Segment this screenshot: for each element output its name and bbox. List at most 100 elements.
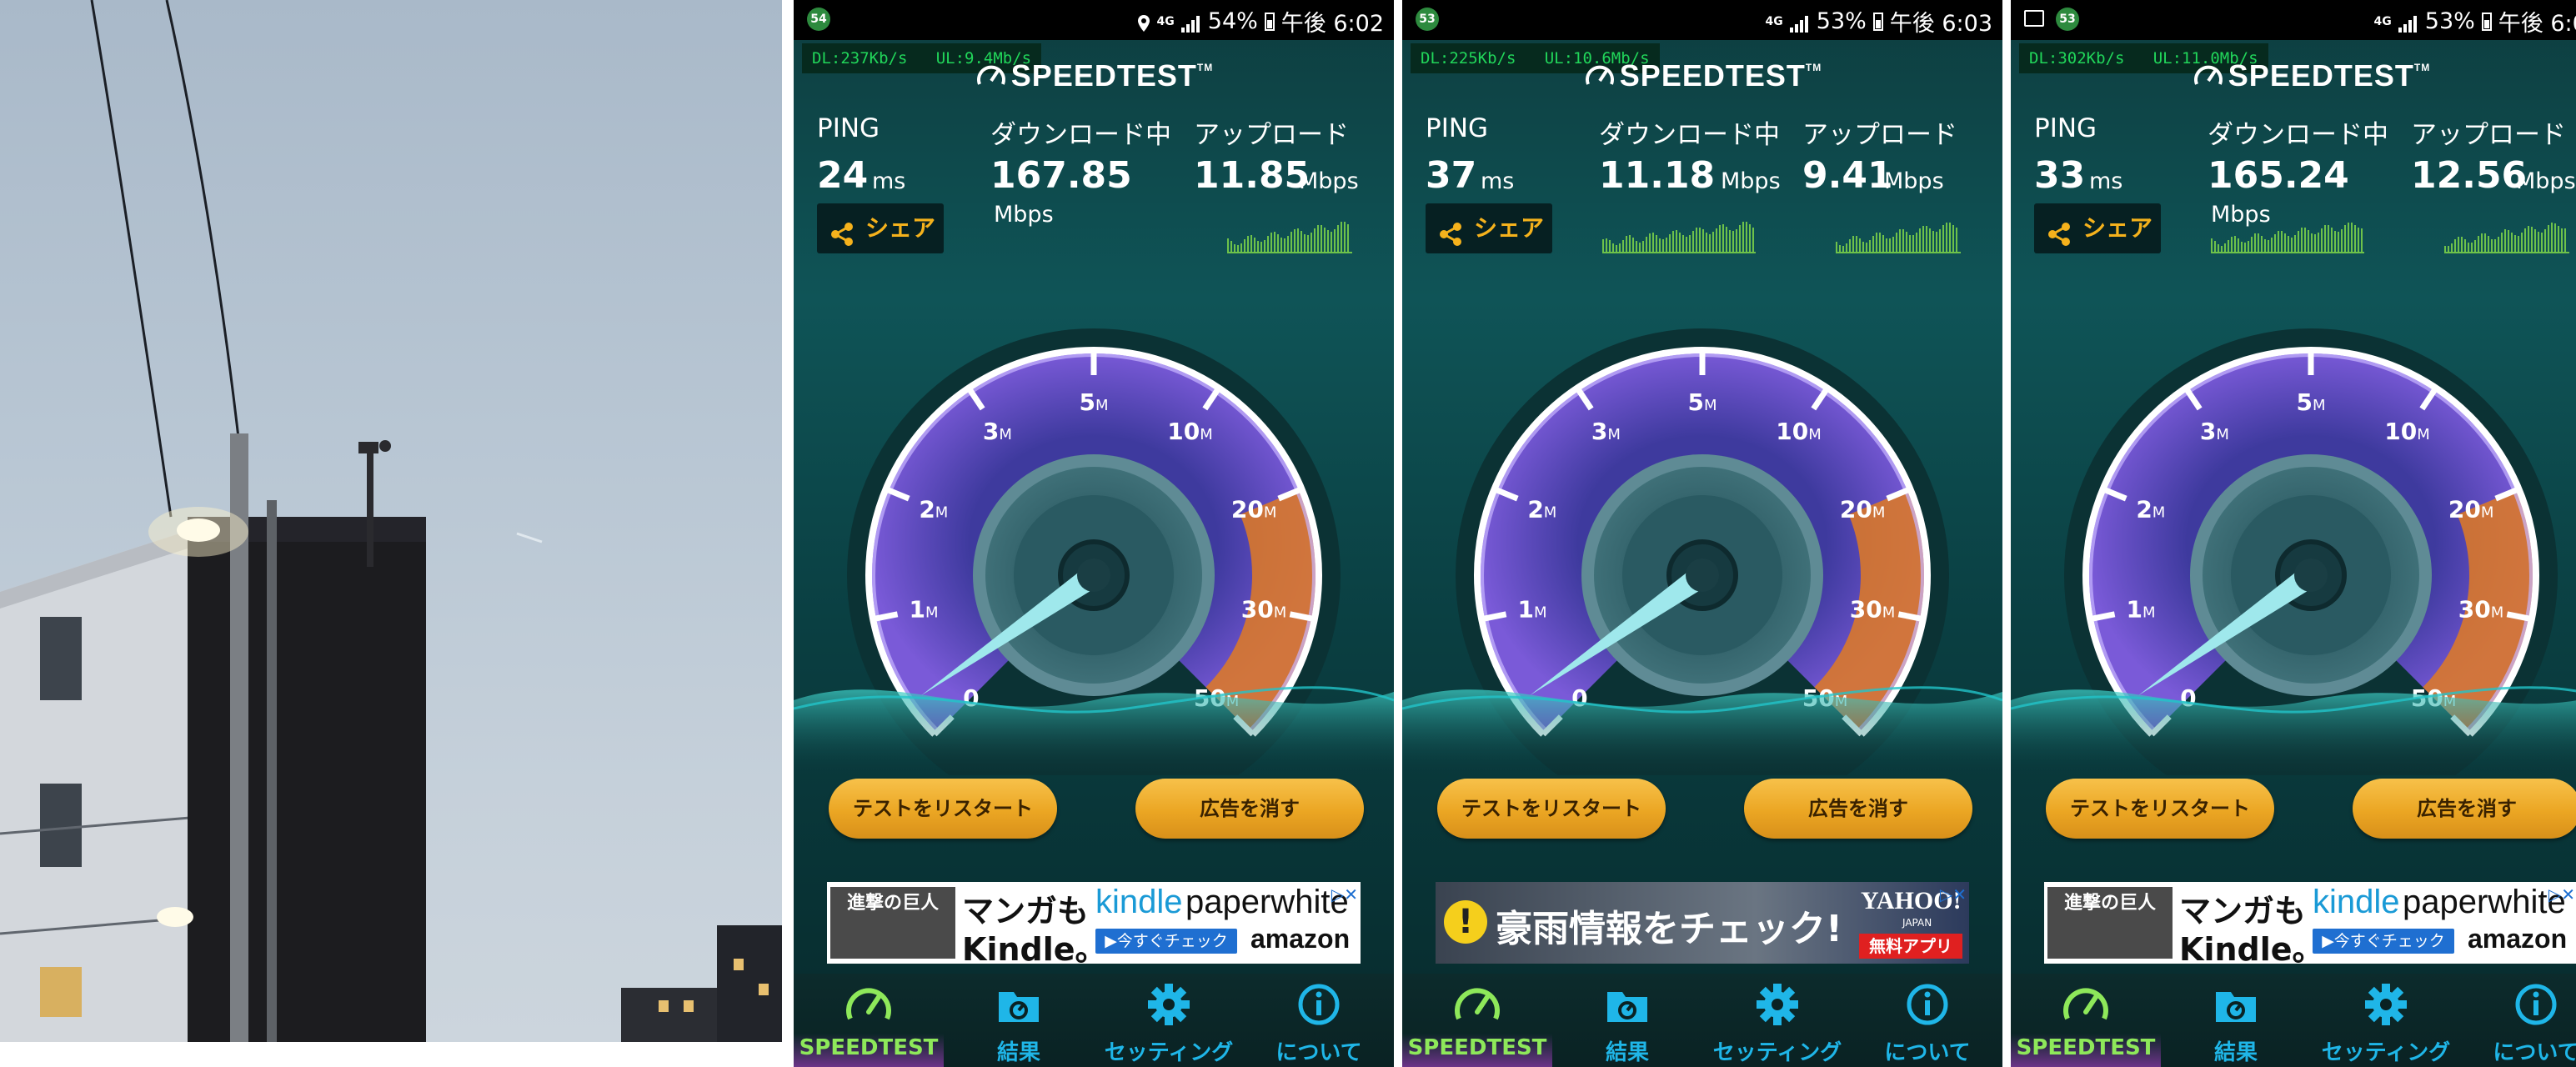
- nav-speedtest[interactable]: SPEEDTEST: [2011, 974, 2161, 1067]
- nav-about[interactable]: について: [1244, 974, 1394, 1067]
- share-button[interactable]: シェア: [1426, 203, 1552, 253]
- upload-label: アップロード: [1194, 120, 1349, 150]
- upload-value: 12.56: [2411, 154, 2528, 197]
- nav-results-label: 結果: [2213, 1040, 2258, 1065]
- ad-banner[interactable]: 進撃の巨人 マンガも Kindle。 kindle paperwhite ▶今すぐチェック…: [827, 882, 1361, 964]
- nav-about[interactable]: について: [1852, 974, 2002, 1067]
- upload-unit: Mbps: [2516, 168, 2576, 194]
- nav-results-label: 結果: [1605, 1040, 1649, 1065]
- ad-cta-button[interactable]: ▶今すぐチェック: [1095, 929, 1237, 954]
- nav-settings[interactable]: セッティング: [1702, 974, 1852, 1067]
- photo-scene: [0, 0, 782, 1042]
- ad-banner[interactable]: 進撃の巨人 マンガも Kindle。 kindle paperwhite ▶今すぐチェック…: [2044, 882, 2576, 964]
- battery-icon: [1872, 12, 1883, 31]
- ping-value: 24: [817, 154, 869, 197]
- upload-sparkline: [2444, 210, 2569, 253]
- nav-speedtest-label: SPEEDTEST: [1407, 1035, 1547, 1060]
- speedtest-screen: 53 4G 53% 午後 6:03 DL:225Kb/s UL:10.6Mb/s SPEE…: [1402, 0, 2002, 1067]
- folder-icon: [994, 982, 1044, 1027]
- download-label: ダウンロード中: [1599, 120, 1780, 150]
- share-label: シェア: [2082, 214, 2153, 242]
- ping-label: PING: [2034, 113, 2097, 143]
- restart-test-button[interactable]: テストをリスタート: [2046, 779, 2274, 839]
- speedtest-logo: SPEEDTESTTM: [1402, 58, 2002, 93]
- trademark: TM: [1196, 62, 1214, 73]
- share-button[interactable]: シェア: [817, 203, 944, 253]
- remove-ads-button[interactable]: 広告を消す: [1744, 779, 1972, 839]
- download-unit: Mbps: [994, 202, 1054, 228]
- nav-speedtest[interactable]: SPEEDTEST: [794, 974, 944, 1067]
- battery-icon: [2481, 12, 2492, 31]
- street-photo: [0, 0, 782, 1042]
- ad-close-icon[interactable]: ▷✕: [2548, 884, 2576, 905]
- speed-gauge: 01M2M3M5M10M20M30M50M: [1402, 328, 2002, 775]
- status-bar: 53 4G 53% 午後 6:04: [2011, 0, 2576, 40]
- download-label: ダウンロード中: [990, 120, 1171, 150]
- trademark: TM: [1805, 62, 1822, 73]
- download-value: 11.18: [1599, 154, 1716, 197]
- ping-label: PING: [817, 113, 880, 143]
- folder-icon: [2211, 982, 2261, 1027]
- nav-settings[interactable]: セッティング: [1094, 974, 1244, 1067]
- restart-test-button[interactable]: テストをリスタート: [829, 779, 1057, 839]
- battery-percent: 54%: [1207, 8, 1258, 34]
- ping-value: 33: [2034, 154, 2086, 197]
- restart-test-button[interactable]: テストをリスタート: [1437, 779, 1666, 839]
- nav-results[interactable]: 結果: [944, 974, 1094, 1067]
- ad-banner[interactable]: ! 豪雨情報をチェック! YAHOO! JAPAN 無料アプリ ▷✕: [1436, 882, 1969, 964]
- nav-results[interactable]: 結果: [2161, 974, 2311, 1067]
- nav-speedtest-label: SPEEDTEST: [799, 1035, 939, 1060]
- folder-icon: [1602, 982, 1652, 1027]
- speed-sparkline: [1602, 222, 1756, 253]
- ad-manga-thumbnail: 進撃の巨人: [830, 887, 955, 959]
- speedtest-logo: SPEEDTESTTM: [794, 58, 1394, 93]
- battery-percent: 53%: [2424, 8, 2475, 34]
- nav-speedtest[interactable]: SPEEDTEST: [1402, 974, 1552, 1067]
- nav-settings-label: セッティング: [1104, 1040, 1234, 1065]
- info-icon: [1294, 982, 1344, 1027]
- speedtest-screen: 534G53%午後 6:04DL:302Kb/s UL:11.0Mb/sSPEE…: [2011, 0, 2576, 1067]
- ad-free-app-badge[interactable]: 無料アプリ: [1859, 934, 1962, 959]
- speed-sparkline: [2444, 223, 2569, 253]
- ad-headline: 豪雨情報をチェック!: [1496, 908, 1843, 950]
- speed-sparkline: [1836, 223, 1961, 253]
- ad-close-icon[interactable]: ▷✕: [1331, 884, 1359, 905]
- signal-icon: [1180, 13, 1201, 33]
- speed-gauge: 01M2M3M5M10M20M30M50M: [794, 328, 1394, 775]
- signal-icon: [1789, 13, 1810, 33]
- signal-icon: [2398, 13, 2418, 33]
- ad-amazon-logo: amazon: [2468, 924, 2568, 954]
- ad-headline-2: Kindle。: [2179, 931, 2324, 964]
- speedometer-icon: [1452, 982, 1502, 1027]
- ad-kindle-brand: kindle: [1095, 884, 1183, 920]
- ad-close-icon[interactable]: ▷✕: [1939, 884, 1967, 905]
- nav-about[interactable]: について: [2461, 974, 2576, 1067]
- remove-ads-button[interactable]: 広告を消す: [1135, 779, 1364, 839]
- remove-ads-button[interactable]: 広告を消す: [2353, 779, 2576, 839]
- upload-label: アップロード: [1802, 120, 1957, 150]
- nav-about-label: について: [1884, 1040, 1971, 1065]
- share-button[interactable]: シェア: [2034, 203, 2161, 253]
- trademark: TM: [2413, 62, 2431, 73]
- status-icons: 4G 54% 午後 6:02: [1137, 5, 1384, 38]
- network-type: 4G: [2373, 14, 2392, 28]
- notification-badge: 54: [807, 8, 830, 31]
- network-type: 4G: [1156, 14, 1175, 28]
- ad-headline-2: Kindle。: [962, 931, 1107, 964]
- nav-settings[interactable]: セッティング: [2311, 974, 2461, 1067]
- upload-label: アップロード: [2411, 120, 2566, 150]
- ad-cta-button[interactable]: ▶今すぐチェック: [2313, 929, 2454, 954]
- ad-kindle-brand: kindle: [2313, 884, 2400, 920]
- speedtest-logo: SPEEDTESTTM: [2011, 58, 2576, 93]
- warning-icon: !: [1444, 900, 1487, 944]
- bottom-navigation: SPEEDTEST 結果 セッティング について: [2011, 974, 2576, 1067]
- ping-unit: ms: [2089, 168, 2123, 194]
- bottom-navigation: SPEEDTEST 結果 セッティング について: [1402, 974, 2002, 1067]
- ad-product: paperwhite: [2403, 884, 2566, 920]
- nav-about-label: について: [1275, 1040, 1362, 1065]
- share-icon: [2046, 215, 2072, 246]
- speed-sparkline: [1227, 222, 1352, 253]
- ping-value: 37: [1426, 154, 1477, 197]
- download-sparkline: [2211, 210, 2364, 253]
- nav-results[interactable]: 結果: [1552, 974, 1702, 1067]
